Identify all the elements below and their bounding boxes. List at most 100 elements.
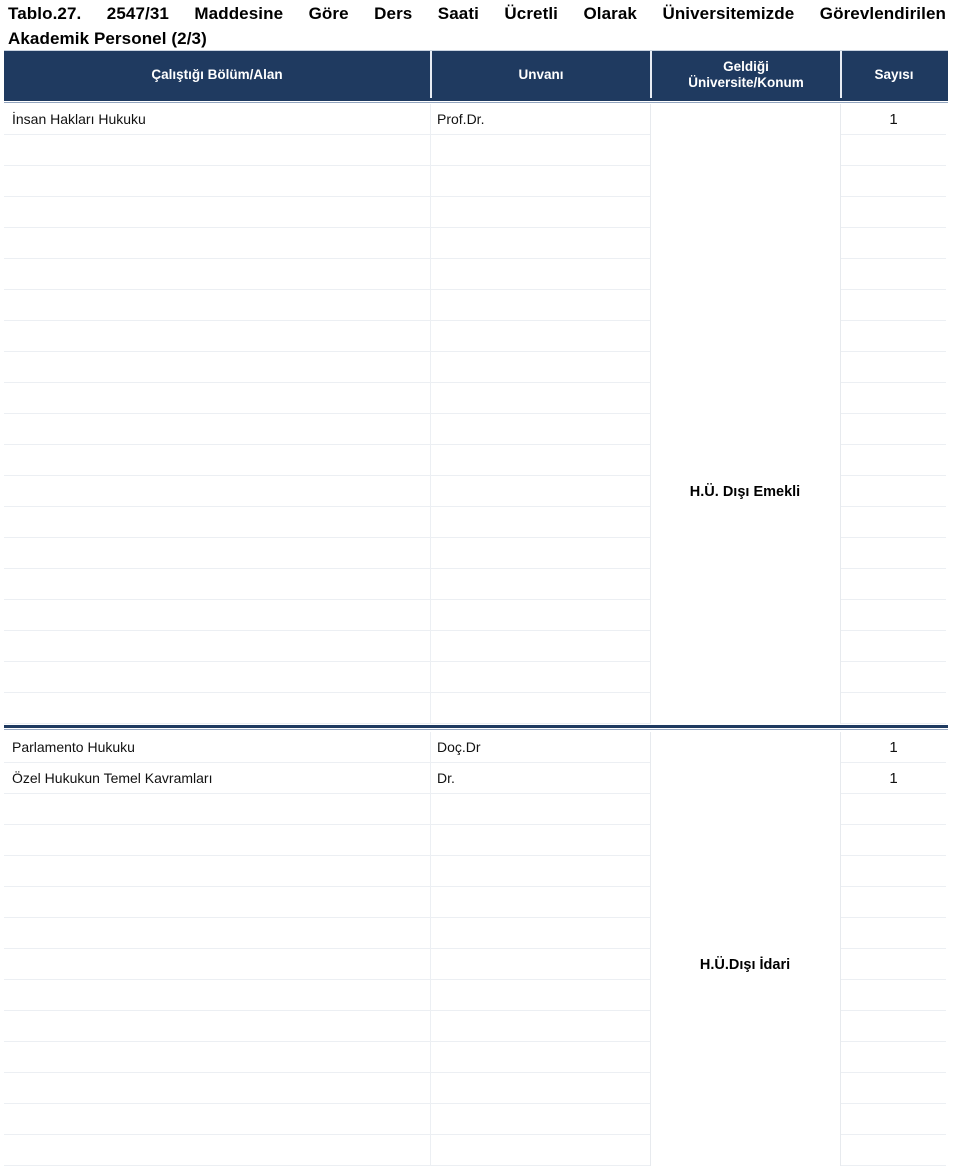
cell-universite [650,763,840,794]
cell-universite [650,445,840,476]
table-row[interactable]: İnsan Hakları Hukuku Prof.Dr. 1 [4,104,948,135]
page-title-word: Ücretli [504,4,558,23]
section-separator-rule [4,724,948,732]
cell-bolum: Özel Hukukun Temel Kavramları [4,763,430,794]
cell-sayisi [840,476,946,507]
table-row[interactable] [4,1073,948,1104]
table-row[interactable] [4,825,948,856]
cell-bolum [4,918,430,949]
table-row[interactable] [4,1011,948,1042]
cell-unvan [430,476,650,507]
column-divider-left [650,732,651,1166]
column-header-universite-line1: Geldiği [723,58,769,74]
cell-bolum: İnsan Hakları Hukuku [4,104,430,135]
table-row[interactable] [4,569,948,600]
cell-unvan [430,825,650,856]
cell-bolum [4,290,430,321]
table-row[interactable] [4,980,948,1011]
table-row[interactable] [4,259,948,290]
cell-universite [650,918,840,949]
table-row[interactable] [4,856,948,887]
cell-bolum [4,1104,430,1135]
cell-universite [650,290,840,321]
table-row[interactable] [4,1104,948,1135]
table-row[interactable] [4,197,948,228]
table-row[interactable] [4,693,948,724]
cell-universite [650,352,840,383]
page-title-word: Maddesine [194,4,284,23]
cell-unvan: Dr. [430,763,650,794]
cell-bolum [4,166,430,197]
cell-universite [650,507,840,538]
table-row[interactable] [4,445,948,476]
cell-bolum [4,693,430,724]
table-row[interactable] [4,1042,948,1073]
table-row[interactable] [4,918,948,949]
cell-unvan [430,135,650,166]
cell-sayisi [840,352,946,383]
page-title-line-1: Tablo.27. 2547/31 Maddesine Göre Ders Saati Üc… [8,2,946,26]
cell-unvan [430,600,650,631]
cell-unvan [430,794,650,825]
page-title-word: Ders [374,4,413,23]
cell-sayisi [840,414,946,445]
table-row[interactable] [4,166,948,197]
table-row[interactable] [4,135,948,166]
cell-bolum [4,476,430,507]
table-row[interactable] [4,383,948,414]
table-row[interactable] [4,352,948,383]
cell-sayisi [840,856,946,887]
cell-sayisi [840,1104,946,1135]
table-row[interactable] [4,662,948,693]
cell-bolum [4,197,430,228]
cell-sayisi: 1 [840,732,946,763]
cell-universite [650,887,840,918]
table-row[interactable]: Özel Hukukun Temel Kavramları Dr. 1 [4,763,948,794]
cell-unvan [430,887,650,918]
cell-bolum [4,569,430,600]
cell-unvan [430,321,650,352]
cell-sayisi [840,1011,946,1042]
table-row[interactable] [4,228,948,259]
group-label-universite: H.Ü.Dışı İdari [699,957,791,973]
cell-sayisi [840,569,946,600]
cell-sayisi [840,290,946,321]
cell-universite [650,228,840,259]
cell-unvan [430,166,650,197]
cell-bolum [4,507,430,538]
table-row[interactable] [4,290,948,321]
cell-universite [650,135,840,166]
table-row[interactable] [4,887,948,918]
cell-sayisi [840,166,946,197]
table-row[interactable] [4,600,948,631]
table-row[interactable] [4,414,948,445]
cell-bolum [4,600,430,631]
table-row[interactable]: Parlamento Hukuku Doç.Dr 1 [4,732,948,763]
table-row[interactable] [4,794,948,825]
cell-universite [650,1011,840,1042]
cell-sayisi [840,794,946,825]
cell-universite [650,825,840,856]
table-row[interactable] [4,321,948,352]
cell-bolum [4,1042,430,1073]
cell-sayisi [840,259,946,290]
cell-sayisi [840,445,946,476]
page-title-word: Göre [308,4,349,23]
cell-universite [650,794,840,825]
cell-bolum [4,887,430,918]
cell-bolum [4,135,430,166]
page-title-line-2: Akademik Personel (2/3) [8,29,207,48]
table-row[interactable] [4,1135,948,1166]
table-row[interactable] [4,538,948,569]
cell-sayisi [840,507,946,538]
cell-unvan [430,414,650,445]
cell-sayisi [840,949,946,980]
table-row[interactable] [4,631,948,662]
cell-unvan [430,259,650,290]
cell-unvan [430,662,650,693]
column-header-bolum: Çalıştığı Bölüm/Alan [151,66,283,82]
table-row[interactable] [4,507,948,538]
cell-universite [650,166,840,197]
cell-bolum [4,414,430,445]
cell-sayisi [840,538,946,569]
